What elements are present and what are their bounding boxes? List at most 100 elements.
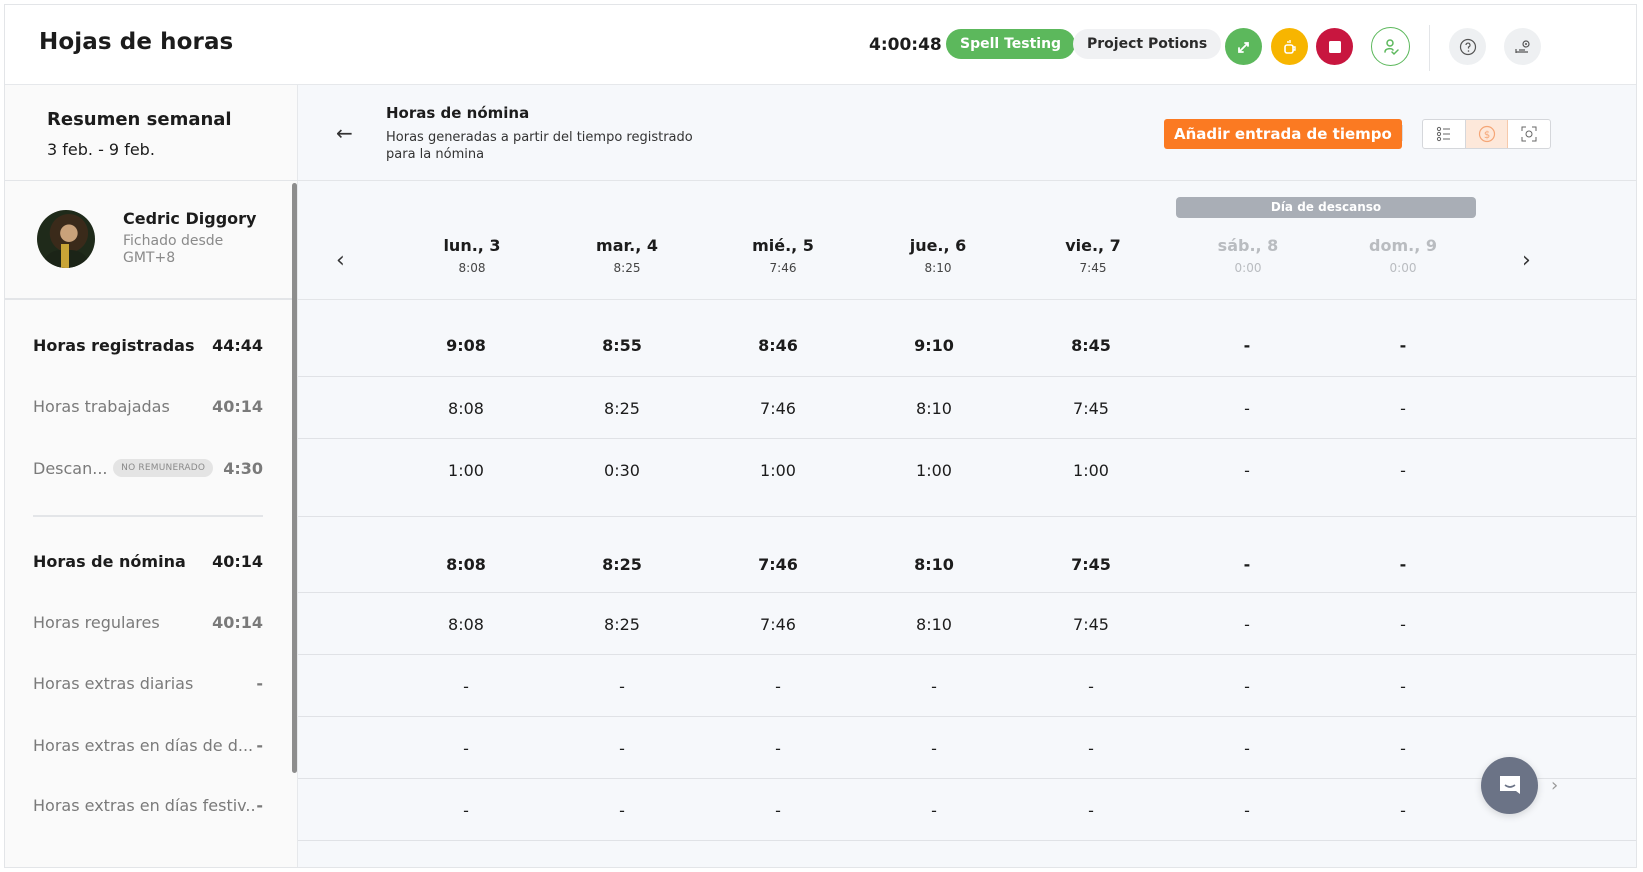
table-cell: -	[1400, 677, 1406, 696]
summary-scrollbar[interactable]	[292, 183, 297, 773]
table-cell: -	[1244, 615, 1250, 634]
day-header: mar., 4 8:25	[596, 236, 658, 275]
back-arrow-icon[interactable]: ←	[336, 121, 353, 145]
settings-icon	[1514, 39, 1530, 53]
payroll-view-button[interactable]: $	[1465, 120, 1509, 148]
avatar	[37, 210, 95, 268]
next-week-chevron-icon[interactable]: ›	[1522, 248, 1531, 273]
table-cell: -	[619, 739, 625, 758]
summary-header: Resumen semanal 3 feb. - 9 feb.	[5, 85, 298, 181]
day-header-row: Día de descanso ‹ lun., 3 8:08 mar., 4 8:2…	[298, 182, 1636, 300]
settings-button[interactable]	[1504, 28, 1541, 65]
attendance-button[interactable]	[1371, 27, 1410, 66]
table-cell: 7:45	[1073, 399, 1109, 418]
break-button[interactable]	[1271, 28, 1308, 65]
table-cell: -	[463, 677, 469, 696]
table-cell: -	[1088, 677, 1094, 696]
table-cell: 8:08	[448, 399, 484, 418]
table-cell: -	[1244, 677, 1250, 696]
table-row: 8:08 8:25 7:46 8:10 7:45 - -	[298, 593, 1636, 655]
help-icon	[1459, 38, 1476, 55]
table-cell: 7:46	[760, 399, 796, 418]
table-cell: -	[1399, 336, 1407, 355]
user-name: Cedric Diggory	[123, 209, 257, 228]
table-cell: -	[619, 801, 625, 820]
stop-icon	[1328, 40, 1341, 53]
table-cell: 1:00	[1073, 461, 1109, 480]
svg-text:$: $	[1483, 130, 1489, 141]
page-title: Hojas de horas	[39, 29, 234, 55]
user-card: Cedric Diggory Fichado desde GMT+8	[5, 182, 298, 300]
table-cell: 8:25	[602, 555, 642, 574]
table-cell: 8:45	[1071, 336, 1111, 355]
coffee-cup-icon	[1283, 39, 1296, 54]
table-cell: 8:08	[448, 615, 484, 634]
panel-header: ← Horas de nómina Horas generadas a part…	[298, 85, 1636, 181]
view-toggle: $	[1422, 119, 1551, 149]
table-cell: 8:08	[446, 555, 486, 574]
summary-row-payroll: Horas de nómina 40:14	[33, 551, 263, 571]
table-cell: -	[1243, 336, 1251, 355]
table-cell: 7:46	[758, 555, 798, 574]
focus-icon	[1521, 126, 1537, 142]
list-view-button[interactable]	[1423, 120, 1466, 148]
previous-week-chevron-icon[interactable]: ‹	[336, 248, 345, 273]
summary-row-worked: Horas trabajadas 40:14	[33, 396, 263, 416]
table-cell: -	[1088, 801, 1094, 820]
table-row: -------	[298, 655, 1636, 717]
table-row: -------	[298, 779, 1636, 841]
table-row: -------	[298, 717, 1636, 779]
table-cell: -	[1244, 399, 1250, 418]
switch-activity-button[interactable]	[1225, 28, 1262, 65]
table-row: 8:08 8:25 7:46 8:10 7:45 - -	[298, 517, 1636, 593]
user-check-icon	[1383, 38, 1399, 55]
day-header: lun., 3 8:08	[443, 236, 501, 275]
focus-view-button[interactable]	[1508, 120, 1550, 148]
table-cell: -	[931, 801, 937, 820]
table-cell: -	[1244, 801, 1250, 820]
stop-timer-button[interactable]	[1316, 28, 1353, 65]
table-cell: -	[1399, 555, 1407, 574]
table-row: 9:08 8:55 8:46 9:10 8:45 - -	[298, 300, 1636, 377]
user-timezone: Fichado desde GMT+8	[123, 233, 224, 266]
table-cell: -	[1243, 555, 1251, 574]
table-cell: 8:10	[916, 615, 952, 634]
summary-row-regular: Horas regulares 40:14	[33, 612, 263, 632]
table-cell: 8:55	[602, 336, 642, 355]
table-cell: -	[775, 801, 781, 820]
help-button[interactable]	[1449, 28, 1486, 65]
add-time-entry-button[interactable]: Añadir entrada de tiempo	[1164, 119, 1402, 149]
day-header: mié., 5 7:46	[752, 236, 814, 275]
table-cell: -	[775, 677, 781, 696]
table-cell: 7:45	[1071, 555, 1111, 574]
table-cell: 7:45	[1073, 615, 1109, 634]
summary-divider	[33, 515, 263, 517]
list-icon	[1436, 126, 1450, 142]
chat-icon	[1499, 775, 1520, 794]
table-cell: 1:00	[760, 461, 796, 480]
header-divider	[1429, 25, 1430, 71]
unpaid-badge: NO REMUNERADO	[113, 459, 214, 477]
table-cell: -	[1244, 739, 1250, 758]
table-cell: 7:46	[760, 615, 796, 634]
expand-chevron-icon[interactable]: ›	[1551, 775, 1558, 796]
summary-row-registered: Horas registradas 44:44	[33, 335, 263, 355]
toolbar-separator	[1402, 125, 1403, 141]
switch-activity-icon	[1237, 41, 1249, 53]
project-pill[interactable]: Project Potions	[1073, 29, 1222, 59]
table-cell: 8:25	[604, 399, 640, 418]
activity-pill[interactable]: Spell Testing	[946, 29, 1076, 59]
table-cell: -	[463, 801, 469, 820]
table-cell: -	[1088, 739, 1094, 758]
chat-button[interactable]	[1481, 757, 1538, 814]
panel-title: Horas de nómina	[386, 104, 530, 122]
table-cell: -	[463, 739, 469, 758]
table-cell: -	[1400, 739, 1406, 758]
panel-subtitle: Horas generadas a partir del tiempo regi…	[386, 130, 693, 162]
summary-row-holiday-overtime: Horas extras en días festiv... -	[33, 795, 263, 815]
table-cell: -	[1244, 461, 1250, 480]
table-cell: 0:30	[604, 461, 640, 480]
table-cell: -	[931, 739, 937, 758]
table-cell: 8:10	[914, 555, 954, 574]
rest-day-band: Día de descanso	[1176, 197, 1476, 218]
